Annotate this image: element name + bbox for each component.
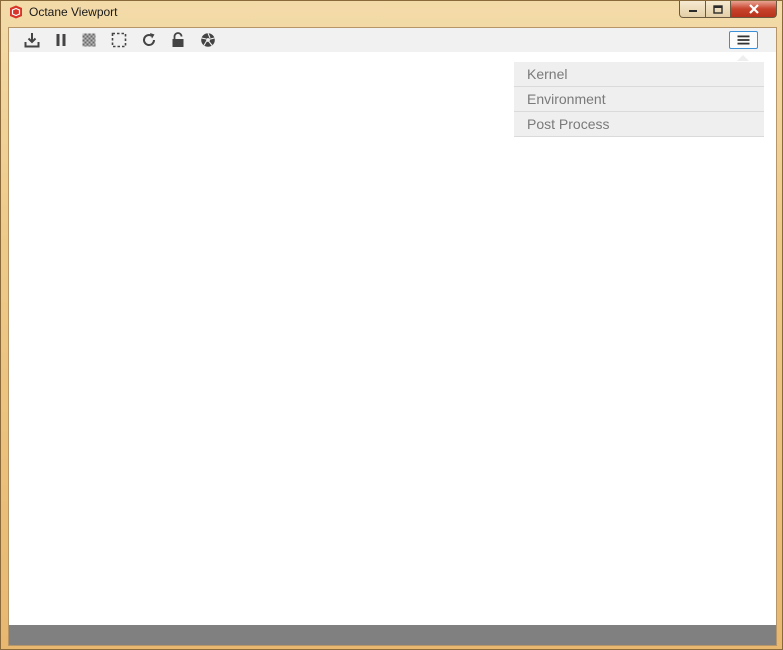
viewport-client: Kernel Environment Post Process bbox=[8, 27, 777, 646]
refresh-button[interactable] bbox=[140, 31, 158, 49]
lock-button[interactable] bbox=[169, 31, 187, 49]
save-render-button[interactable] bbox=[23, 31, 41, 49]
lock-icon bbox=[172, 32, 184, 47]
title-bar[interactable]: Octane Viewport bbox=[1, 1, 782, 25]
refresh-icon bbox=[143, 33, 156, 46]
region-select-icon bbox=[111, 32, 127, 48]
checkerboard-icon bbox=[82, 33, 96, 47]
menu-item-post-process[interactable]: Post Process bbox=[514, 112, 764, 137]
pause-icon bbox=[56, 34, 66, 46]
dropdown-pointer bbox=[737, 55, 749, 61]
settings-dropdown-menu: Kernel Environment Post Process bbox=[514, 62, 764, 137]
close-button[interactable] bbox=[731, 1, 777, 18]
checkerboard-button[interactable] bbox=[80, 31, 98, 49]
app-window: Octane Viewport Kernel Environment Post … bbox=[0, 0, 783, 650]
render-viewport[interactable] bbox=[9, 52, 776, 625]
close-icon bbox=[748, 4, 759, 14]
menu-item-environment[interactable]: Environment bbox=[514, 87, 764, 112]
minimize-icon bbox=[688, 10, 697, 12]
pause-button[interactable] bbox=[52, 31, 70, 49]
region-select-button[interactable] bbox=[110, 31, 128, 49]
menu-item-kernel[interactable]: Kernel bbox=[514, 62, 764, 87]
sketchup-app-icon bbox=[10, 5, 22, 19]
window-controls bbox=[679, 1, 777, 19]
minimize-button[interactable] bbox=[679, 1, 706, 18]
save-render-icon bbox=[24, 33, 40, 48]
window-title: Octane Viewport bbox=[29, 5, 118, 19]
maximize-icon bbox=[713, 4, 723, 14]
status-bar bbox=[9, 625, 776, 645]
aperture-button[interactable] bbox=[199, 31, 217, 49]
aperture-icon bbox=[201, 32, 215, 47]
maximize-button[interactable] bbox=[706, 1, 731, 18]
hamburger-menu-icon bbox=[737, 35, 750, 45]
menu-button[interactable] bbox=[729, 31, 758, 49]
toolbar bbox=[9, 28, 776, 52]
